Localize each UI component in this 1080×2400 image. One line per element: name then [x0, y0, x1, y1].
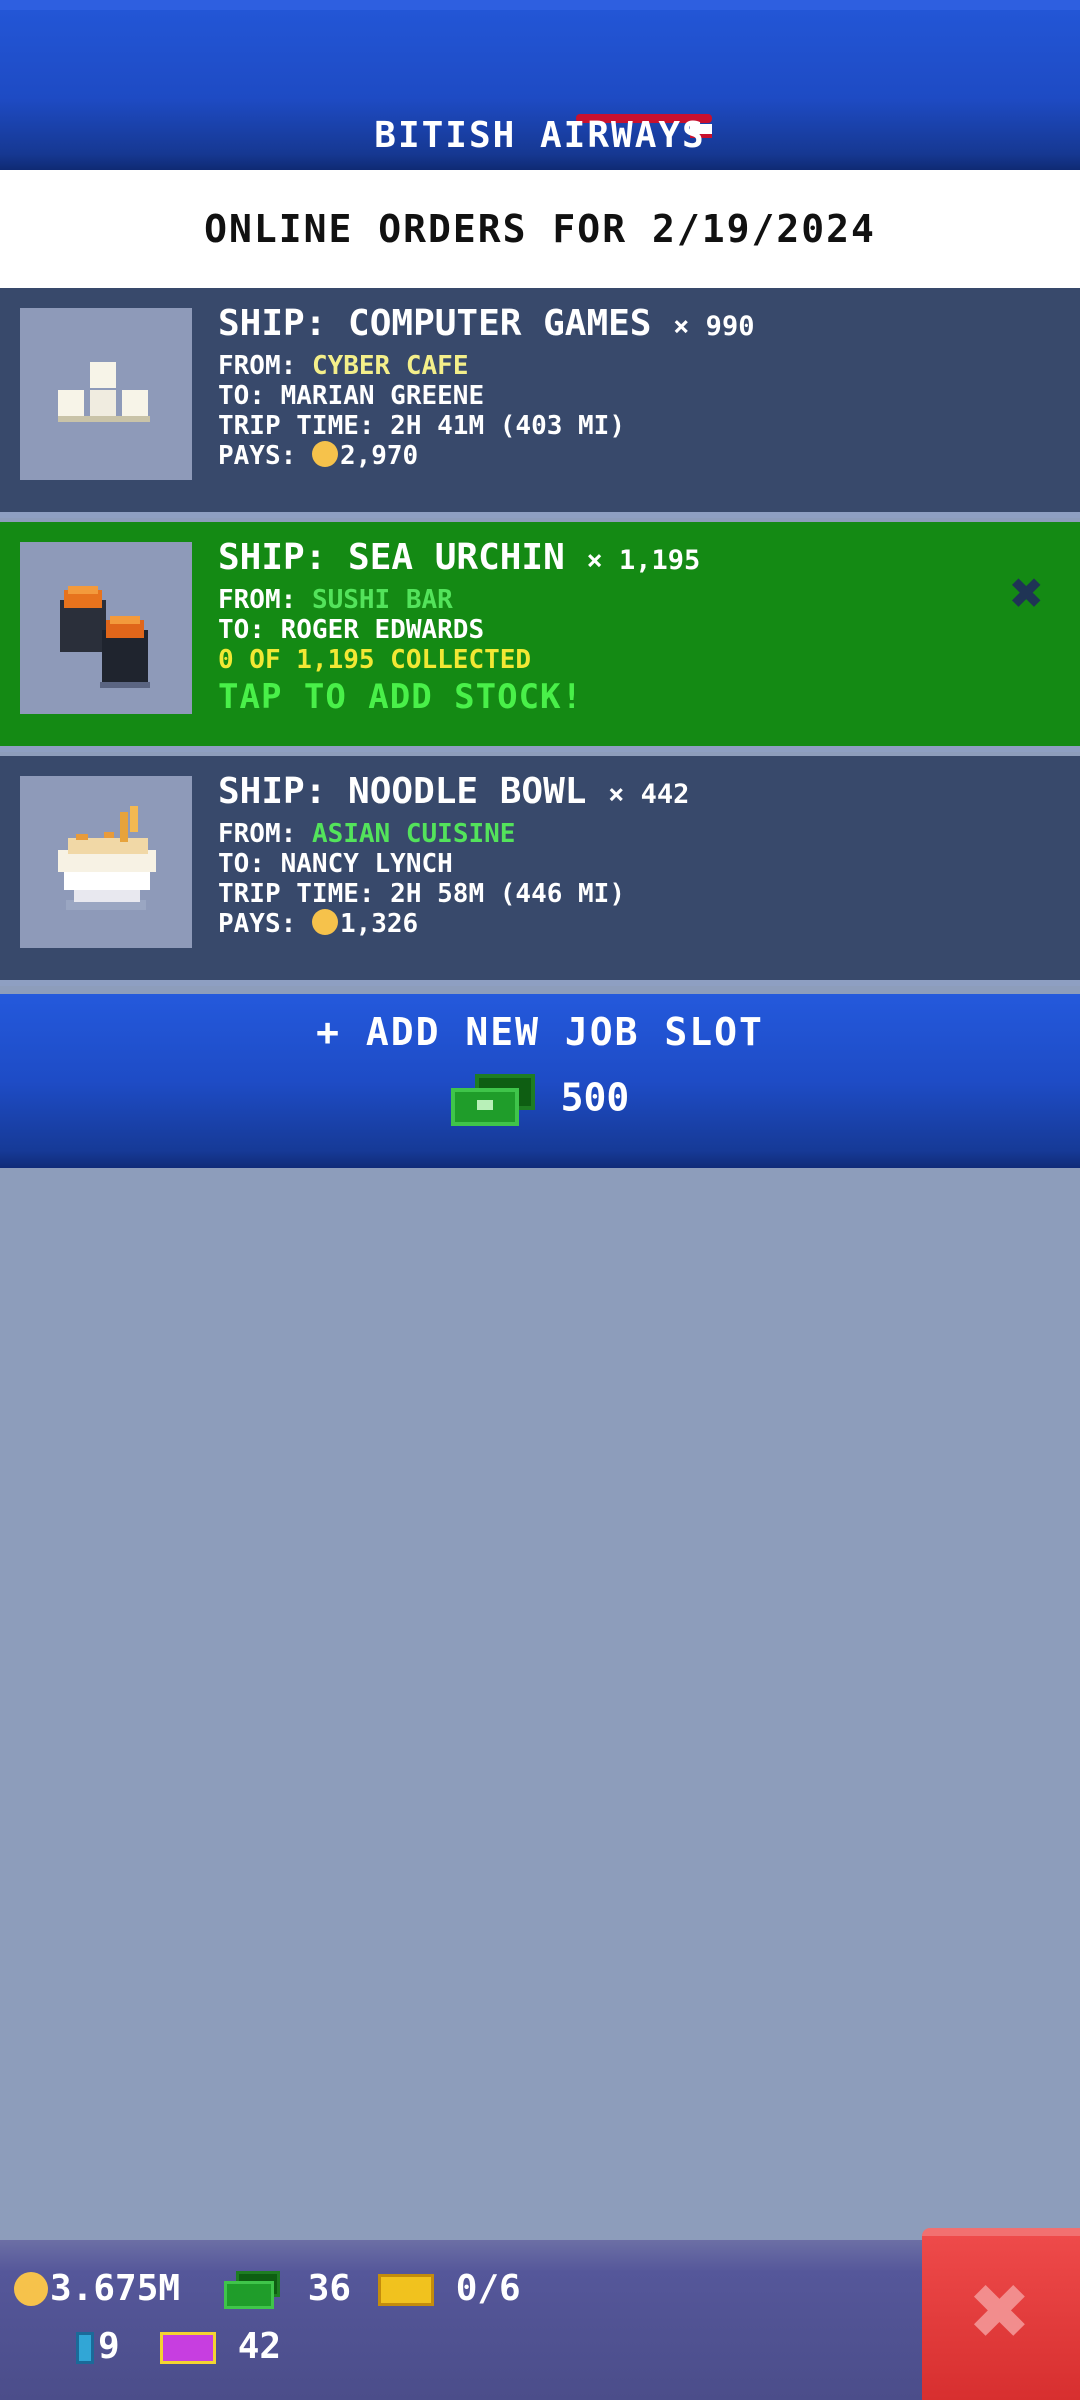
- job-title: SHIP: NOODLE BOWL: [218, 771, 587, 812]
- add-job-slot-button[interactable]: + ADD NEW JOB SLOT 500: [0, 994, 1080, 1168]
- add-job-slot-cost: 500: [0, 1074, 1080, 1126]
- collected-progress: 0 OF 1,195 COLLECTED: [218, 645, 532, 675]
- from-business: SUSHI BAR: [311, 585, 453, 615]
- computer-games-icon: [20, 308, 192, 480]
- cash-value: 36: [307, 2268, 352, 2309]
- resource-bar: 3.675M 36 0/6 9 42: [0, 2240, 1080, 2400]
- job-title: SHIP: SEA URCHIN: [218, 537, 565, 578]
- trip-time: TRIP TIME: 2H 58M (446 MI): [218, 879, 625, 909]
- bottles-stat: 9: [76, 2326, 120, 2367]
- coin-icon: [311, 441, 338, 467]
- tickets-stat: 0/6: [378, 2268, 521, 2309]
- purple-ticket-icon: [160, 2332, 216, 2364]
- from-label: FROM:: [218, 351, 297, 381]
- purple-tickets-value: 42: [237, 2326, 282, 2367]
- from-business: CYBER CAFE: [311, 351, 469, 381]
- job-quantity: × 442: [608, 779, 690, 810]
- from-business: ASIAN CUISINE: [311, 819, 516, 849]
- coin-icon: [14, 2272, 48, 2306]
- job-title: SHIP: COMPUTER GAMES: [218, 303, 652, 344]
- coins-value: 3.675M: [50, 2268, 181, 2309]
- airline-name: BITISH AIRWAYS: [374, 115, 706, 156]
- destination: TO: ROGER EDWARDS: [218, 615, 485, 645]
- cash-stat: 36: [224, 2268, 351, 2309]
- dismiss-job-icon[interactable]: ✖: [1010, 566, 1044, 622]
- job-card-noodle-bowl[interactable]: SHIP: NOODLE BOWL × 442 FROM: ASIAN CUIS…: [0, 756, 1080, 986]
- pays-value: 2,970: [339, 441, 419, 471]
- from-label: FROM:: [218, 585, 297, 615]
- add-job-slot-price: 500: [560, 1075, 630, 1120]
- coins-stat: 3.675M: [14, 2268, 180, 2309]
- noodle-bowl-icon: [20, 776, 192, 948]
- job-card-computer-games[interactable]: SHIP: COMPUTER GAMES × 990 FROM: CYBER C…: [0, 288, 1080, 518]
- orders-date-title: ONLINE ORDERS FOR 2/19/2024: [0, 170, 1080, 288]
- destination: TO: NANCY LYNCH: [218, 849, 453, 879]
- sea-urchin-icon: [20, 542, 192, 714]
- airline-header: BITISH AIRWAYS: [0, 0, 1080, 170]
- cash-icon: [450, 1074, 541, 1126]
- coin-icon: [311, 909, 338, 935]
- tap-to-add-stock-button[interactable]: TAP TO ADD STOCK!: [218, 675, 1080, 719]
- destination: TO: MARIAN GREENE: [218, 381, 485, 411]
- job-quantity: × 1,195: [586, 545, 701, 576]
- purple-tickets-stat: 42: [160, 2326, 281, 2367]
- pays-label: PAYS:: [218, 909, 297, 939]
- tickets-value: 0/6: [455, 2268, 521, 2309]
- close-button[interactable]: ✖: [922, 2228, 1080, 2400]
- from-label: FROM:: [218, 819, 297, 849]
- job-quantity: × 990: [673, 311, 755, 342]
- trip-time: TRIP TIME: 2H 41M (403 MI): [218, 411, 625, 441]
- bottles-value: 9: [98, 2326, 120, 2367]
- add-job-slot-label: + ADD NEW JOB SLOT: [316, 1010, 764, 1054]
- cash-icon: [224, 2271, 286, 2309]
- job-card-sea-urchin[interactable]: SHIP: SEA URCHIN × 1,195 FROM: SUSHI BAR…: [0, 522, 1080, 752]
- bottle-icon: [76, 2332, 94, 2364]
- pays-value: 1,326: [339, 909, 419, 939]
- pays-label: PAYS:: [218, 441, 297, 471]
- golden-ticket-icon: [378, 2274, 434, 2306]
